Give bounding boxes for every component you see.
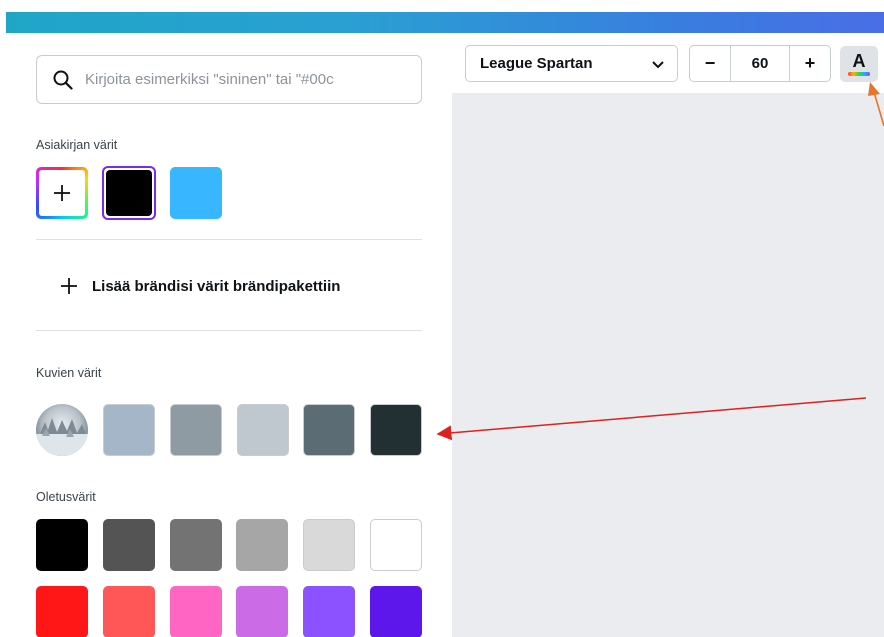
text-color-icon: A	[852, 51, 866, 71]
header-gradient-strip	[6, 12, 884, 33]
default-color-swatch[interactable]	[169, 519, 222, 571]
default-color-swatch[interactable]	[102, 519, 155, 571]
default-color-swatch[interactable]	[169, 586, 222, 637]
default-colors-heading: Oletusvärit	[36, 490, 96, 504]
add-new-color-button[interactable]	[36, 167, 88, 219]
decrease-font-size-button[interactable]: −	[690, 46, 730, 81]
image-color-swatch[interactable]	[370, 404, 423, 456]
image-color-swatch[interactable]	[169, 404, 222, 456]
default-color-swatch[interactable]	[236, 586, 289, 637]
default-color-swatch[interactable]	[36, 586, 88, 637]
default-color-swatch[interactable]	[370, 519, 422, 571]
font-family-dropdown[interactable]: League Spartan	[465, 45, 678, 82]
default-color-swatch[interactable]	[303, 586, 356, 637]
chevron-down-icon	[652, 61, 664, 69]
color-search-box[interactable]	[36, 55, 422, 104]
image-color-swatch[interactable]	[103, 404, 155, 456]
editor-canvas-area	[452, 33, 884, 637]
top-bar	[0, 0, 884, 33]
color-panel: Asiakirjan värit Lisää brändisi värit br…	[0, 33, 452, 637]
color-search-input[interactable]	[85, 64, 415, 95]
search-icon	[53, 70, 73, 90]
image-thumbnail	[36, 404, 88, 456]
text-color-button[interactable]: A	[840, 46, 878, 82]
default-color-swatch[interactable]	[236, 519, 289, 571]
document-color-swatch-selected[interactable]	[102, 166, 156, 220]
image-colors-heading: Kuvien värit	[36, 366, 102, 380]
divider	[36, 239, 422, 240]
default-color-swatch[interactable]	[36, 519, 88, 571]
increase-font-size-button[interactable]: +	[790, 46, 830, 81]
document-colors-heading: Asiakirjan värit	[36, 138, 118, 152]
snowy-landscape-image	[36, 418, 88, 456]
divider	[36, 330, 422, 331]
font-size-input[interactable]: 60	[730, 46, 790, 81]
default-color-swatch[interactable]	[303, 519, 356, 571]
canvas-background[interactable]	[452, 93, 884, 637]
plus-icon	[54, 185, 70, 201]
image-color-swatch[interactable]	[303, 404, 356, 456]
font-size-stepper[interactable]: − 60 +	[689, 45, 831, 82]
plus-icon	[61, 278, 77, 294]
add-brand-colors-label: Lisää brändisi värit brändipakettiin	[92, 277, 341, 295]
document-color-swatch[interactable]	[170, 167, 222, 219]
font-family-value: League Spartan	[480, 55, 593, 72]
add-brand-colors-link[interactable]: Lisää brändisi värit brändipakettiin	[60, 271, 340, 301]
default-color-swatch[interactable]	[102, 586, 155, 637]
rainbow-underline-icon	[848, 72, 870, 76]
document-color-black	[106, 170, 152, 216]
default-color-swatch[interactable]	[370, 586, 422, 637]
image-color-swatch[interactable]	[236, 404, 289, 456]
